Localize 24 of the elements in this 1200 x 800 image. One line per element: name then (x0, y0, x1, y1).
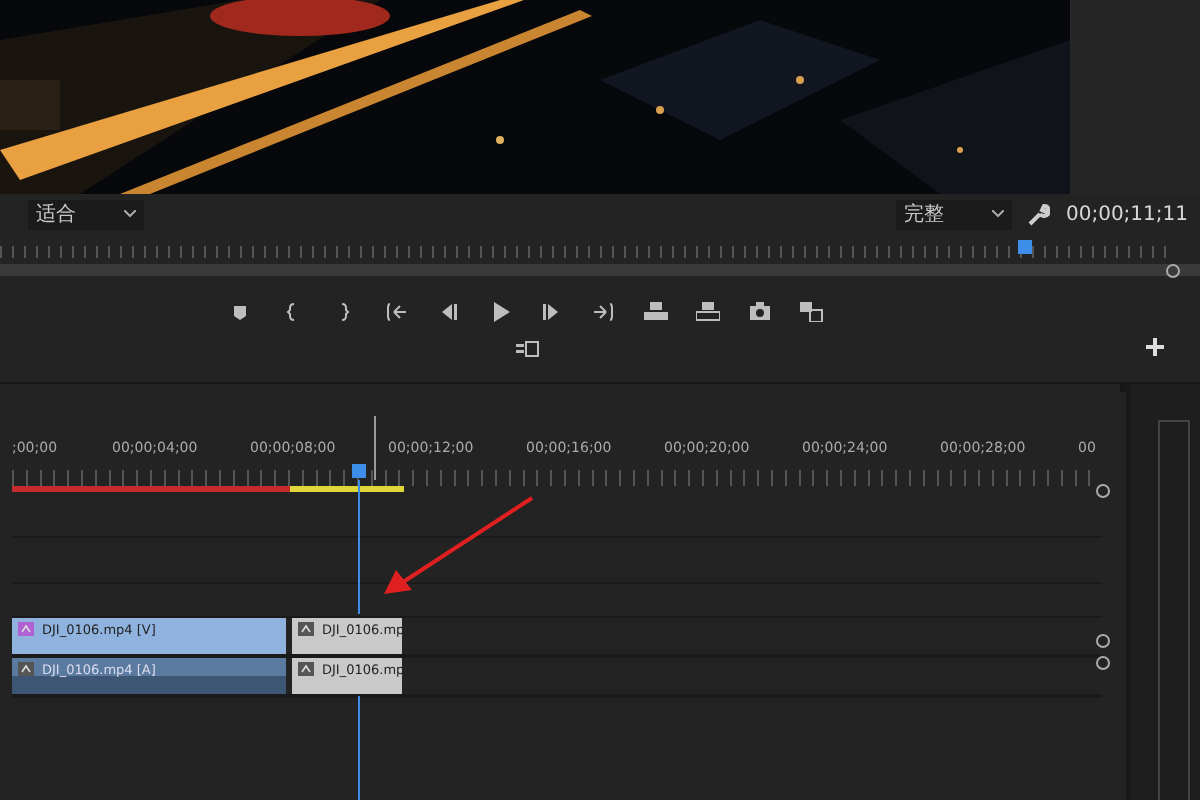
wrench-icon[interactable] (1027, 203, 1050, 225)
export-frame-icon[interactable] (516, 340, 540, 360)
insert-icon[interactable] (644, 302, 668, 322)
fx-icon (18, 662, 34, 676)
zoom-dropdown[interactable]: 适合 (28, 199, 144, 229)
playhead-marker[interactable] (1018, 240, 1032, 254)
play-icon[interactable] (488, 302, 512, 322)
chevron-down-icon (124, 210, 136, 218)
go-to-in-icon[interactable] (384, 302, 408, 322)
camera-icon[interactable] (748, 302, 772, 322)
timecode: 00;00;11;11 (1065, 203, 1188, 225)
go-to-out-icon[interactable] (592, 302, 616, 322)
zoom-handle[interactable] (1166, 264, 1180, 278)
fx-icon (298, 622, 314, 636)
fx-icon (18, 622, 34, 636)
quality-dropdown[interactable]: 完整 (895, 199, 1012, 229)
chevron-down-icon (991, 210, 1004, 218)
overwrite-icon[interactable] (696, 302, 720, 322)
playhead-marker[interactable] (352, 464, 366, 478)
marker-icon[interactable] (228, 302, 252, 322)
track-handle[interactable] (1096, 484, 1110, 498)
fx-icon (298, 662, 314, 676)
scroll-bar[interactable] (0, 264, 1200, 276)
compare-icon[interactable] (800, 302, 824, 322)
